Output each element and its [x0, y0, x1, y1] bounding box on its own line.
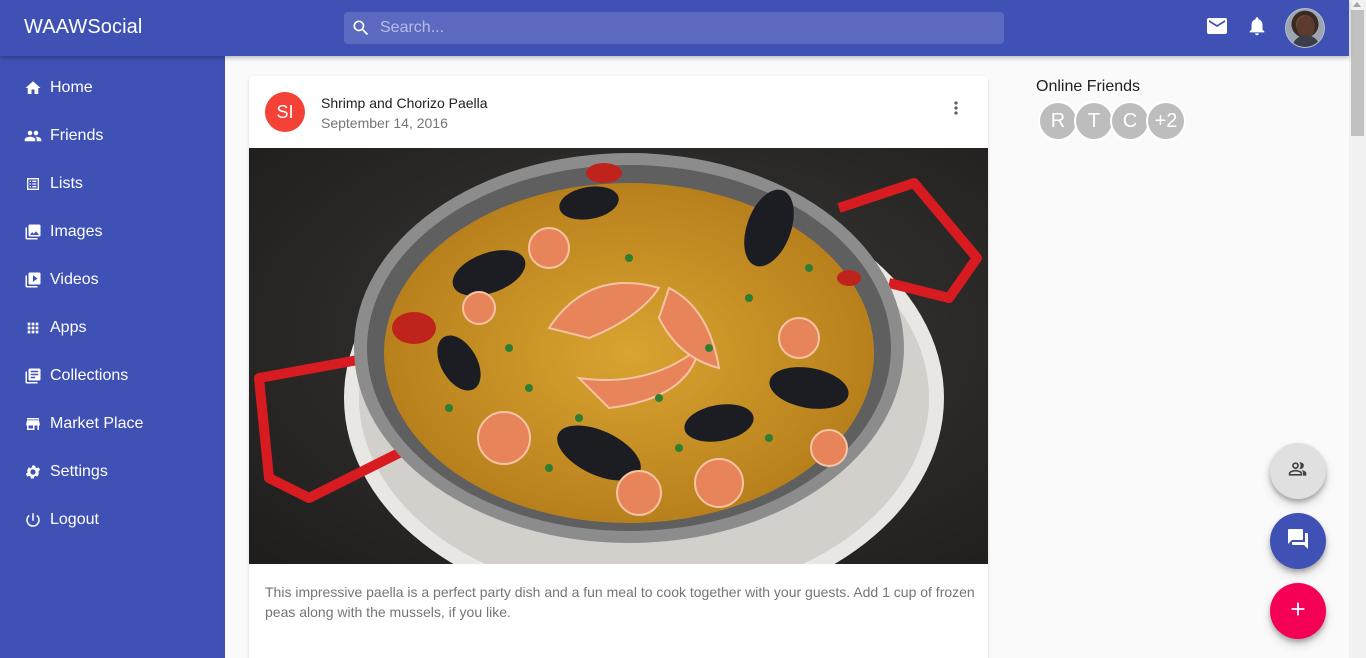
- more-friends-avatar[interactable]: +2: [1146, 101, 1186, 141]
- post-title: Shrimp and Chorizo Paella: [321, 95, 488, 111]
- people-icon: [1288, 459, 1308, 484]
- online-friends: Online Friends R T C +2: [1036, 78, 1186, 141]
- sidebar-item-home[interactable]: Home: [0, 64, 225, 112]
- sidebar-item-videos[interactable]: Videos: [0, 256, 225, 304]
- online-friends-avatars: R T C +2: [1038, 101, 1186, 141]
- notifications-button[interactable]: [1237, 8, 1277, 48]
- sidebar-item-market-place[interactable]: Market Place: [0, 400, 225, 448]
- sidebar-item-images[interactable]: Images: [0, 208, 225, 256]
- post-header: SI Shrimp and Chorizo Paella September 1…: [249, 76, 988, 148]
- friends-fab-button[interactable]: [1270, 443, 1326, 499]
- mail-button[interactable]: [1197, 8, 1237, 48]
- sidebar-item-lists[interactable]: Lists: [0, 160, 225, 208]
- sidebar-item-label: Lists: [50, 175, 83, 192]
- app-brand[interactable]: WAAWSocial: [24, 16, 142, 39]
- online-friends-title: Online Friends: [1036, 78, 1141, 95]
- chat-icon: [1286, 527, 1310, 556]
- mail-icon: [1205, 14, 1229, 43]
- sidebar-item-collections[interactable]: Collections: [0, 352, 225, 400]
- store-icon: [24, 415, 42, 433]
- post-card: SI Shrimp and Chorizo Paella September 1…: [249, 76, 988, 658]
- gear-icon: [24, 463, 42, 481]
- video-icon: [24, 271, 42, 289]
- sidebar: Home Friends Lists Images Videos Apps Co…: [0, 56, 225, 658]
- friend-avatar[interactable]: C: [1110, 101, 1150, 141]
- sidebar-item-label: Images: [50, 223, 103, 240]
- post-avatar[interactable]: SI: [265, 92, 305, 132]
- sidebar-item-logout[interactable]: Logout: [0, 496, 225, 544]
- collections-icon: [24, 367, 42, 385]
- sidebar-item-label: Logout: [50, 511, 99, 528]
- friend-avatar[interactable]: T: [1074, 101, 1114, 141]
- sidebar-item-label: Apps: [50, 319, 87, 336]
- app-bar: WAAWSocial: [0, 0, 1349, 56]
- scrollbar-thumb[interactable]: [1351, 10, 1364, 136]
- people-icon: [24, 127, 42, 145]
- sidebar-item-friends[interactable]: Friends: [0, 112, 225, 160]
- add-fab-button[interactable]: [1270, 583, 1326, 639]
- sidebar-item-apps[interactable]: Apps: [0, 304, 225, 352]
- list-icon: [24, 175, 42, 193]
- search-box[interactable]: [344, 12, 1004, 44]
- sidebar-item-label: Home: [50, 79, 93, 96]
- friend-avatar[interactable]: R: [1038, 101, 1078, 141]
- more-vert-icon: [946, 98, 966, 123]
- post-body: This impressive paella is a perfect part…: [265, 584, 975, 620]
- search-icon: [350, 17, 372, 39]
- apps-icon: [24, 319, 42, 337]
- search-input[interactable]: [380, 19, 980, 37]
- power-icon: [24, 511, 42, 529]
- user-avatar[interactable]: [1285, 8, 1325, 48]
- scroll-up-arrow-icon[interactable]: [1353, 2, 1361, 7]
- chat-fab-button[interactable]: [1270, 513, 1326, 569]
- sidebar-item-label: Videos: [50, 271, 99, 288]
- sidebar-item-label: Market Place: [50, 415, 144, 432]
- sidebar-item-label: Friends: [50, 127, 104, 144]
- images-icon: [24, 223, 42, 241]
- post-image: [249, 148, 988, 564]
- sidebar-item-label: Settings: [50, 463, 108, 480]
- post-date: September 14, 2016: [321, 115, 448, 131]
- more-button[interactable]: [942, 96, 970, 124]
- home-icon: [24, 79, 42, 97]
- sidebar-item-settings[interactable]: Settings: [0, 448, 225, 496]
- sidebar-item-label: Collections: [50, 367, 129, 384]
- bell-icon: [1246, 15, 1268, 42]
- add-icon: [1287, 598, 1309, 625]
